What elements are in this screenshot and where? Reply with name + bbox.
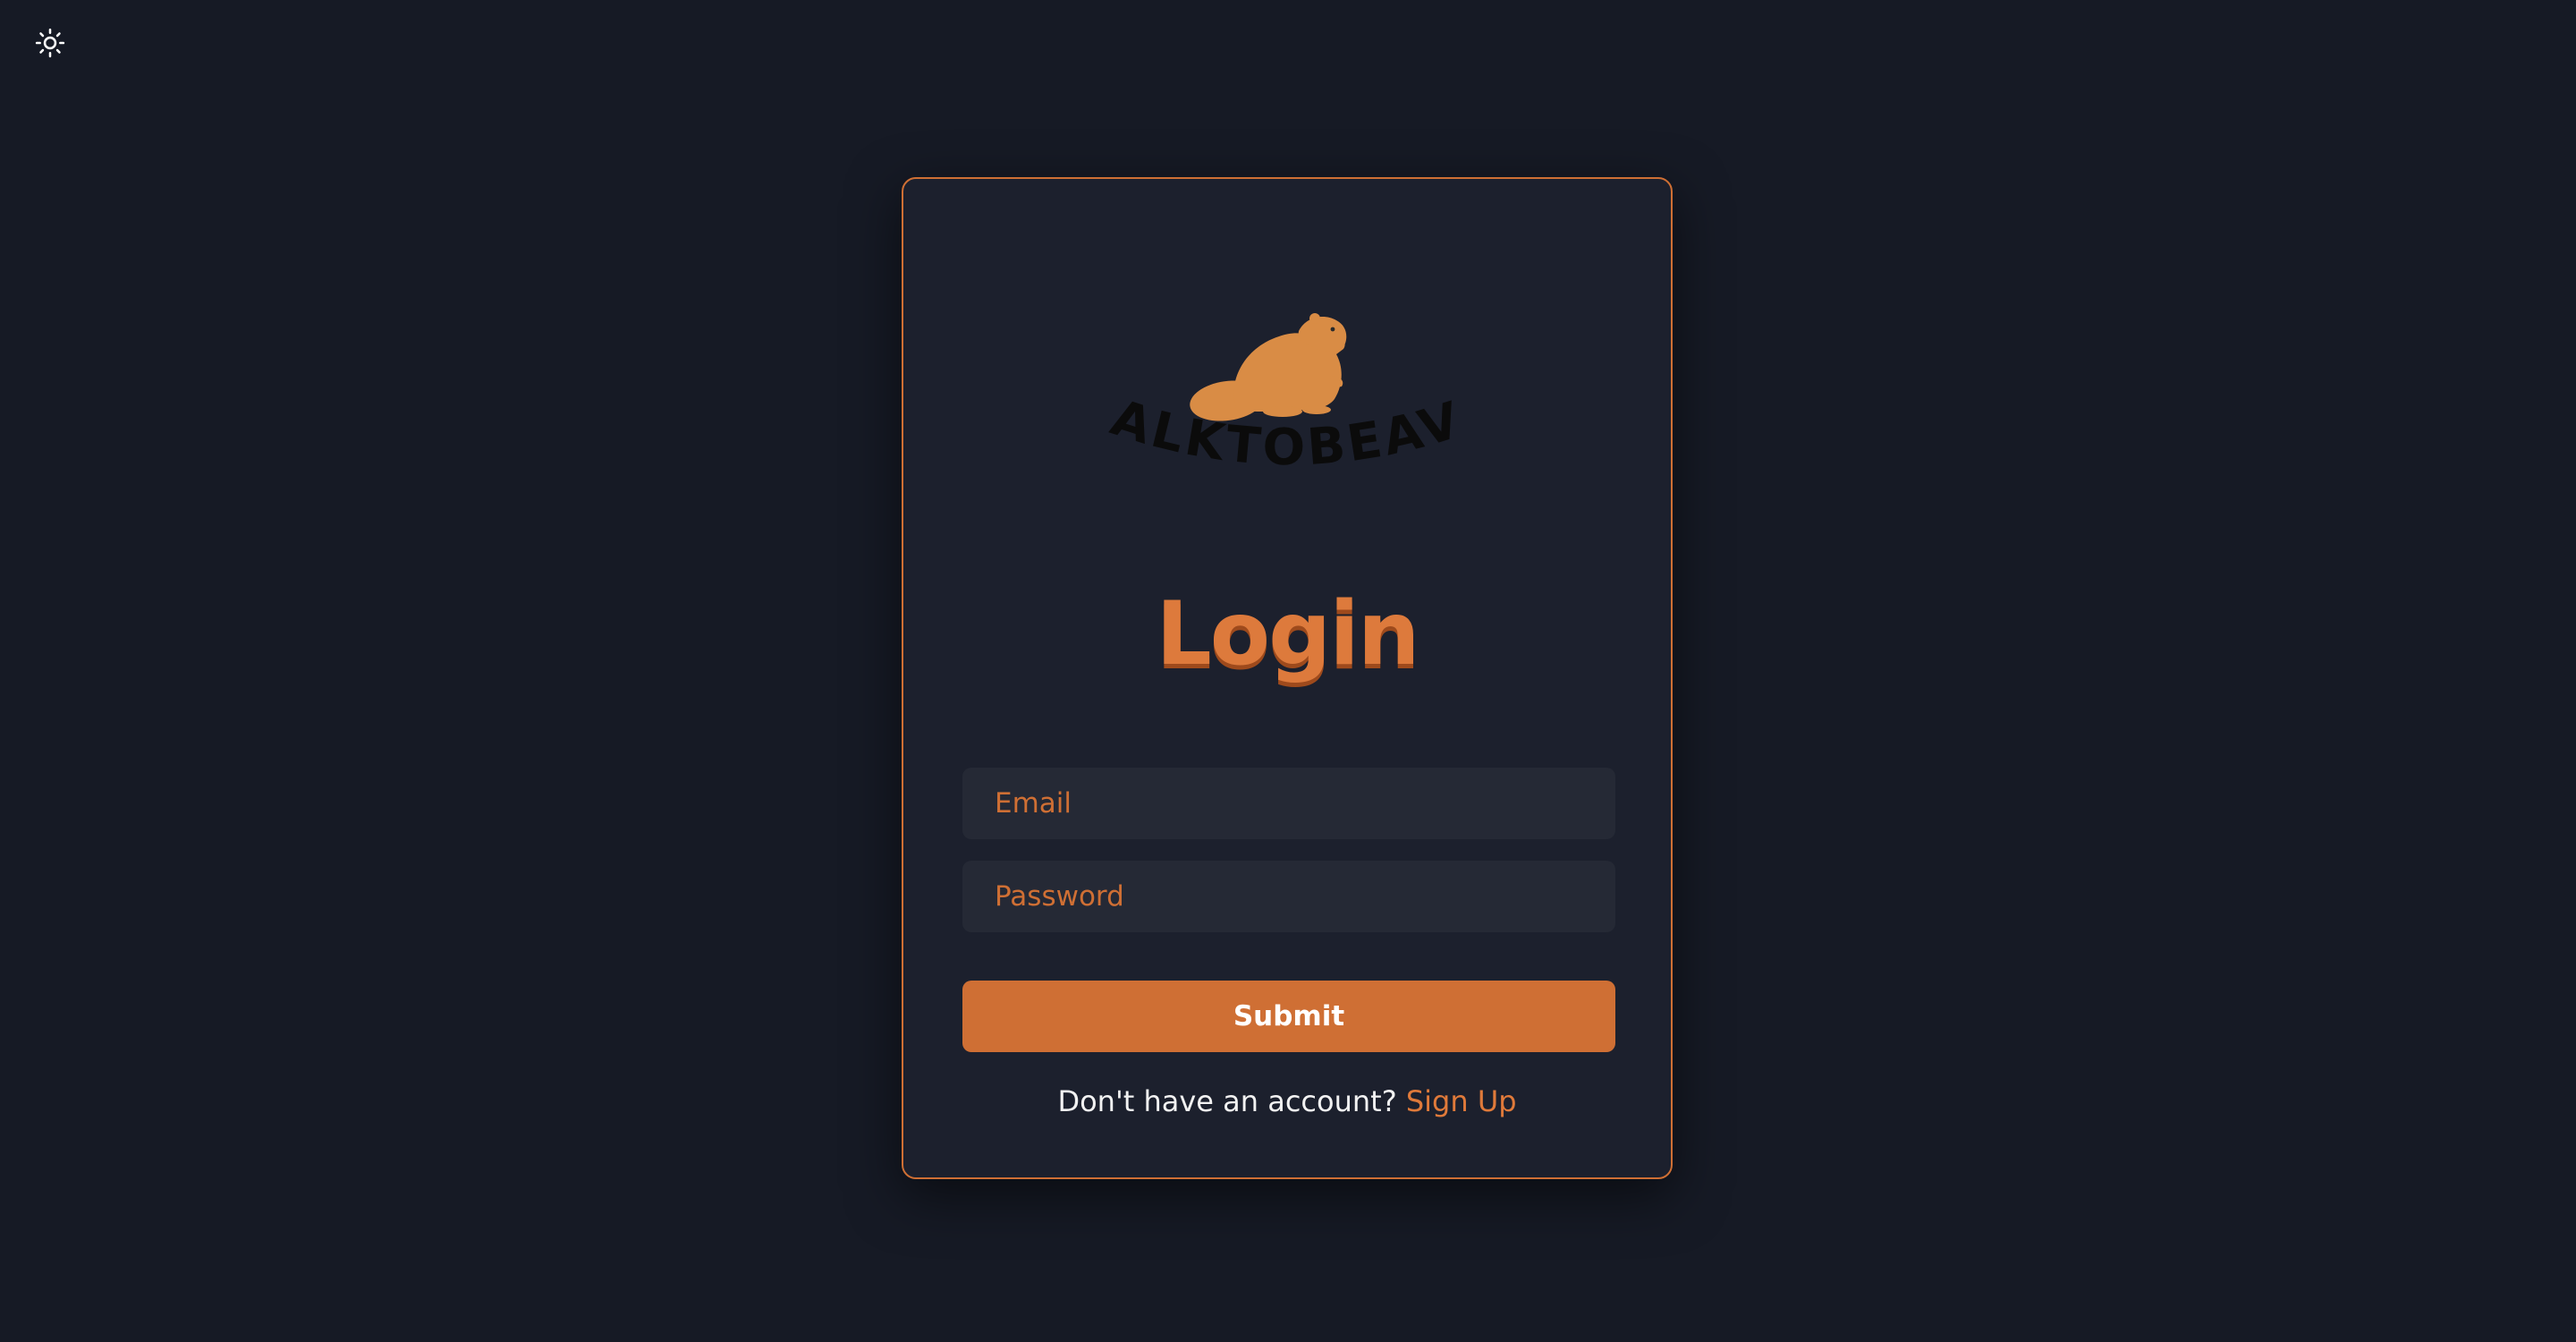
theme-toggle-button[interactable] <box>29 21 72 64</box>
page-title: Login <box>1156 583 1419 685</box>
beaver-eye-icon <box>1330 327 1335 332</box>
signup-prompt-row: Don't have an account? Sign Up <box>903 1084 1671 1118</box>
sun-icon <box>35 28 65 58</box>
signup-prompt-text: Don't have an account? <box>1057 1084 1397 1118</box>
email-input[interactable] <box>962 768 1615 839</box>
brand-logo: TALKTOBEAVS <box>1075 295 1466 477</box>
password-input[interactable] <box>962 861 1615 932</box>
beaver-icon <box>1190 313 1347 421</box>
signup-link[interactable]: Sign Up <box>1406 1084 1517 1118</box>
login-page: TALKTOBEAVS Login Submit Don't have an a… <box>0 0 2576 1342</box>
submit-button[interactable]: Submit <box>962 981 1615 1052</box>
login-card: TALKTOBEAVS Login Submit Don't have an a… <box>902 177 1673 1179</box>
